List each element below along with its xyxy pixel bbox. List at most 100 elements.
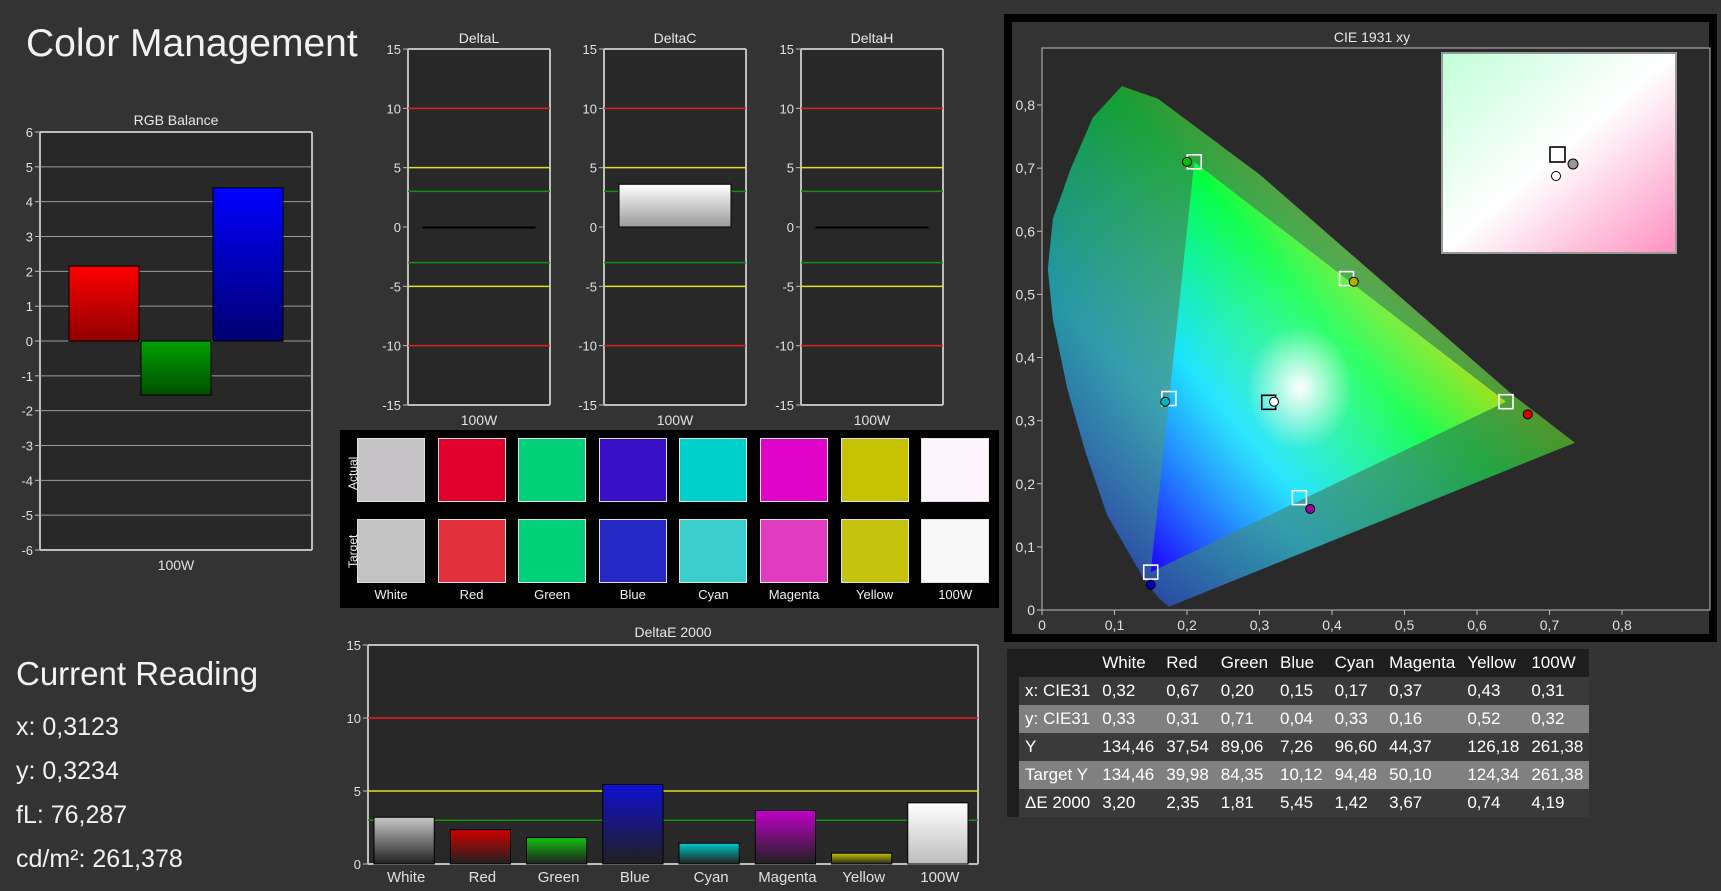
swatch-target [598, 519, 667, 583]
table-cell: 1,81 [1214, 789, 1275, 817]
table-row: Target Y 134,46 39,98 84,35 10,12 94,48 50,10 1… [1007, 761, 1590, 789]
table-cell: 1,42 [1328, 789, 1384, 817]
y-tick-label: 5 [26, 160, 33, 175]
actual-point [1145, 579, 1156, 590]
page-title: Color Management [26, 22, 358, 65]
chart-title: RGB Balance [134, 112, 219, 128]
swatch-target [840, 519, 909, 583]
table-cell: 89,06 [1214, 733, 1275, 761]
y-tick-label: 6 [26, 125, 33, 140]
swatch-label: 100W [938, 587, 973, 602]
delta-bar [422, 226, 536, 229]
table-stub [1007, 733, 1019, 761]
table-header-cell: White [1096, 649, 1161, 677]
table-cell: 2,35 [1160, 789, 1215, 817]
table-cell: 0,32 [1525, 705, 1590, 733]
y-tick-label: -5 [21, 508, 33, 523]
y-tick-label: -1 [21, 369, 33, 384]
swatch-actual [437, 438, 506, 502]
y-tick-label: -6 [21, 543, 33, 558]
actual-point [1182, 156, 1192, 167]
x-tick-label: Red [469, 869, 497, 886]
y-tick-label: 0,1 [1016, 539, 1036, 555]
rgb-bar [68, 265, 140, 342]
y-tick-label: -10 [578, 339, 597, 354]
y-tick-label: 0,3 [1016, 413, 1036, 429]
table-header-cell: Cyan [1328, 649, 1384, 677]
y-tick-label: 0 [354, 857, 361, 872]
x-tick-label: 0,6 [1467, 617, 1487, 633]
swatch-actual [840, 438, 909, 502]
table-cell: 37,54 [1160, 733, 1215, 761]
y-tick-label: 0,2 [1016, 476, 1036, 492]
table-stub [1007, 705, 1019, 733]
table-stub [1007, 649, 1019, 677]
y-tick-label: 15 [347, 638, 361, 653]
white-point-inset [1441, 52, 1677, 254]
table-row-label: Target Y [1019, 761, 1097, 789]
swatch-actual [760, 438, 828, 502]
swatch-label: Cyan [698, 587, 729, 602]
chart-title: DeltaL [459, 30, 500, 46]
x-tick-label: 0,4 [1322, 617, 1342, 633]
y-tick-label: 1 [26, 299, 33, 314]
x-tick-label: 100W [657, 412, 694, 428]
swatch-target [357, 519, 425, 583]
table-cell: 126,18 [1461, 733, 1526, 761]
table-cell: 0,15 [1274, 677, 1329, 705]
table-cell: 3,67 [1383, 789, 1462, 817]
y-tick-label: 10 [780, 101, 794, 116]
table-cell: 50,10 [1383, 761, 1462, 789]
y-tick-label: 0 [394, 220, 401, 235]
y-tick-label: -5 [585, 279, 597, 294]
y-tick-label: 10 [583, 101, 597, 116]
y-tick-label: -4 [21, 473, 33, 488]
swatch-label: White [374, 587, 408, 602]
x-tick-label: 100W [461, 412, 498, 428]
table-cell: 0,67 [1160, 677, 1215, 705]
y-tick-label: 15 [583, 42, 597, 57]
chart-title: DeltaH [851, 30, 894, 46]
y-tick-label: 5 [354, 784, 361, 799]
x-tick-label: Blue [620, 869, 650, 886]
table-cell: 10,12 [1274, 761, 1329, 789]
y-tick-label: 0,6 [1016, 223, 1036, 239]
deltal-chart: DeltaL 15 10 5 0 -5 -10 -15 100W [382, 30, 551, 428]
table-header-cell: Blue [1274, 649, 1329, 677]
x-tick-label: Cyan [694, 869, 729, 886]
current-reading-heading: Current Reading [16, 655, 259, 692]
swatch-target [921, 519, 990, 583]
table-cell: 39,98 [1160, 761, 1215, 789]
x-tick-label: 0,8 [1612, 617, 1632, 633]
table-cell: 84,35 [1214, 761, 1275, 789]
rgb-bar [212, 187, 284, 342]
x-tick-label: Yellow [842, 869, 885, 886]
table-cell: 261,38 [1525, 733, 1590, 761]
table-cell: 0,37 [1383, 677, 1462, 705]
table-cell: 0,33 [1328, 705, 1384, 733]
current-reading-panel: Current Reading x: 0,3123 y: 0,3234 fL: … [16, 655, 258, 881]
table-cell: 4,19 [1525, 789, 1590, 817]
y-tick-label: -5 [389, 279, 401, 294]
swatch-actual [598, 438, 667, 502]
y-tick-label: 0,7 [1016, 160, 1036, 176]
table-cell: 5,45 [1274, 789, 1329, 817]
table-cell: 3,20 [1096, 789, 1161, 817]
y-tick-label: -5 [782, 279, 794, 294]
table-cell: 134,46 [1096, 761, 1161, 789]
swatch-label: Red [459, 587, 484, 602]
inset-actual-point [1567, 158, 1579, 170]
actual-point [1160, 396, 1171, 407]
swatch-label: Yellow [856, 587, 894, 602]
y-tick-label: -10 [382, 339, 401, 354]
x-tick-label: 100W [854, 412, 891, 428]
table-header-cell: Magenta [1383, 649, 1462, 677]
table-cell: 0,20 [1214, 677, 1275, 705]
y-tick-label: 15 [387, 42, 401, 57]
y-tick-label: 5 [590, 161, 597, 176]
deltae-chart: DeltaE 2000 15 10 5 0 White Red Green Blue Cyan Ma… [347, 624, 979, 886]
deltae-bar [602, 783, 664, 865]
table-header-cell: Green [1214, 649, 1275, 677]
x-tick-label: 0,1 [1105, 617, 1125, 633]
swatch-actual [518, 438, 587, 502]
